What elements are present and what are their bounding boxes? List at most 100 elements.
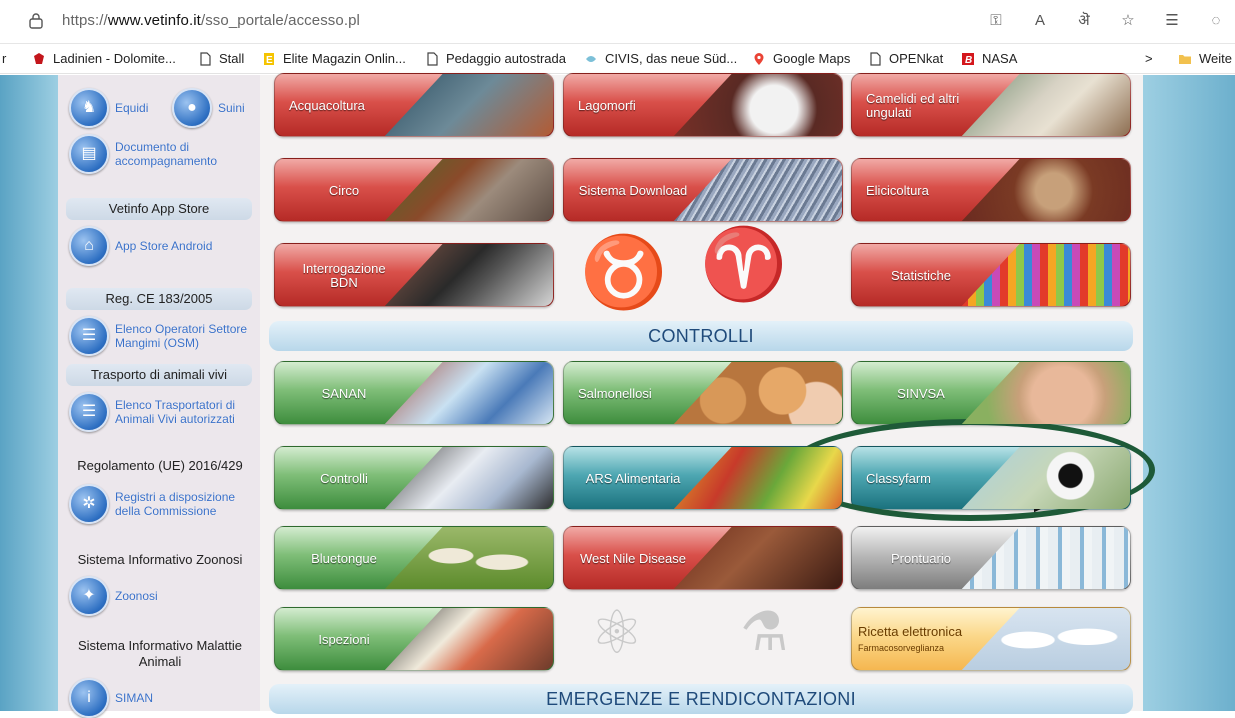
tile-interrogazione-bdn[interactable]: Interrogazione BDN <box>274 243 554 307</box>
tile-label: Statistiche <box>891 268 951 283</box>
bookmark-stall[interactable]: Stall <box>198 51 244 66</box>
section-head-regolamento: Regolamento (UE) 2016/429 <box>77 458 243 473</box>
favorites-list-icon[interactable]: ☰ <box>1161 10 1183 32</box>
list-icon: ☰ <box>69 316 109 356</box>
child-image <box>960 362 1130 424</box>
tile-prontuario[interactable]: Prontuario <box>851 526 1131 590</box>
tile-label: Elicicoltura <box>866 183 929 198</box>
folder-icon <box>1179 54 1191 64</box>
tile-sistema-download[interactable]: Sistema Download <box>563 158 843 222</box>
tile-label: SINVSA <box>897 386 945 401</box>
info-icon: i <box>69 678 109 718</box>
tile-label: Ricetta elettronica <box>858 624 963 639</box>
bookmark-ladinien[interactable]: Ladinien - Dolomite... <box>32 51 176 66</box>
svg-text:B: B <box>965 55 972 66</box>
tile-controlli[interactable]: Controlli <box>274 446 554 510</box>
tile-label: ARS Alimentaria <box>585 471 681 486</box>
tile-label: Salmonellosi <box>578 386 652 401</box>
address-bar[interactable]: https://www.vetinfo.it/sso_portale/acces… <box>0 0 1235 44</box>
tile-acquacoltura[interactable]: Acquacoltura <box>274 73 554 137</box>
bookmark-fragment[interactable]: r <box>2 51 6 66</box>
tile-label: Circo <box>328 183 360 198</box>
llama-image <box>960 74 1130 136</box>
bar-chart-image <box>960 244 1130 306</box>
tile-ispezioni[interactable]: Ispezioni <box>274 607 554 671</box>
tile-label: West Nile Disease <box>580 551 686 566</box>
sidebar-item-app-store-android[interactable]: ⌂ App Store Android <box>69 226 212 266</box>
svg-text:E: E <box>266 55 273 66</box>
sidebar-label: Documento di accompagnamento <box>115 140 218 168</box>
tile-lagomorfi[interactable]: Lagomorfi <box>563 73 843 137</box>
b-icon: B <box>962 52 974 66</box>
url-text[interactable]: https://www.vetinfo.it/sso_portale/acces… <box>62 12 360 29</box>
profile-icon[interactable]: ◌ <box>1205 10 1227 32</box>
bookmark-folder-weite[interactable]: Weite <box>1178 51 1232 66</box>
tile-ars-alimentaria[interactable]: ARS Alimentaria <box>563 446 843 510</box>
database-image <box>672 159 842 221</box>
tile-label: Controlli <box>320 471 368 486</box>
tile-classyfarm[interactable]: Classyfarm <box>851 446 1131 510</box>
emblem-icon <box>34 52 44 64</box>
tile-label: Camelidi ed altri ungulati <box>866 91 960 120</box>
tile-label: Bluetongue <box>311 551 377 566</box>
lab-flask-watermark-icon: ⚗ <box>740 602 789 662</box>
tile-label: Prontuario <box>891 551 951 566</box>
tile-sinvsa[interactable]: SINVSA <box>851 361 1131 425</box>
tile-camelidi[interactable]: Camelidi ed altri ungulati <box>851 73 1131 137</box>
bookmark-google-maps[interactable]: Google Maps <box>752 51 850 66</box>
key-icon[interactable]: ⚿ <box>985 10 1007 32</box>
tile-circo[interactable]: Circo <box>274 158 554 222</box>
network-icon: ✲ <box>69 484 109 524</box>
sidebar-item-siman[interactable]: i SIMAN <box>69 678 153 718</box>
tile-elicicoltura[interactable]: Elicicoltura <box>851 158 1131 222</box>
tile-label: Acquacoltura <box>289 98 365 113</box>
lab-gloves-image <box>383 362 553 424</box>
read-aloud-icon[interactable]: A <box>1029 10 1051 32</box>
clipboard-image <box>383 447 553 509</box>
bookmark-civis[interactable]: CIVIS, das neue Süd... <box>584 51 737 66</box>
ram-sketch-watermark-icon: ♈ <box>700 225 788 303</box>
sidebar-item-elenco-operatori[interactable]: ☰ Elenco Operatori Settore Mangimi (OSM) <box>69 316 255 356</box>
favorite-star-icon[interactable]: ☆ <box>1117 10 1139 32</box>
sidebar-item-documento[interactable]: ▤ Documento di accompagnamento <box>69 134 245 174</box>
elephant-image <box>383 159 553 221</box>
right-decor-background <box>1140 75 1235 711</box>
section-head-reg-ce: Reg. CE 183/2005 <box>66 288 252 310</box>
translate-icon[interactable]: ऄ <box>1073 10 1095 32</box>
site-info-icon[interactable] <box>28 13 44 29</box>
left-decor-background <box>0 75 60 711</box>
tile-sanan[interactable]: SANAN <box>274 361 554 425</box>
zoonosi-icon: ✦ <box>69 576 109 616</box>
bookmark-pedaggio[interactable]: Pedaggio autostrada <box>425 51 566 66</box>
tile-west-nile[interactable]: West Nile Disease <box>563 526 843 590</box>
tile-statistiche[interactable]: Statistiche <box>851 243 1131 307</box>
bookmarks-bar: r Ladinien - Dolomite... Stall E Elite M… <box>0 44 1235 74</box>
bookmarks-overflow-chevron-icon[interactable]: > <box>1145 51 1153 66</box>
tile-label-group: Ricetta elettronica Farmacosorveglianza <box>858 608 1008 670</box>
tile-salmonellosi[interactable]: Salmonellosi <box>563 361 843 425</box>
pig-icon: ● <box>172 88 212 128</box>
tile-label: SANAN <box>321 386 367 401</box>
sidebar-label: Elenco Trasportatori di Animali Vivi aut… <box>115 398 236 426</box>
sidebar-item-registri[interactable]: ✲ Registri a disposizione della Commissi… <box>69 484 255 524</box>
section-head-zoonosi: Sistema Informativo Zoonosi <box>77 552 243 567</box>
sidebar-item-zoonosi[interactable]: ✦ Zoonosi <box>69 576 158 616</box>
tile-ricetta-elettronica[interactable]: Ricetta elettronica Farmacosorveglianza <box>851 607 1131 671</box>
sidebar-item-suini[interactable]: ● Suini <box>172 88 245 128</box>
sidebar-label: SIMAN <box>115 691 154 705</box>
horse-image <box>672 527 842 589</box>
bookmark-elite[interactable]: E Elite Magazin Onlin... <box>262 51 406 66</box>
bookmark-openkat[interactable]: OPENkat <box>868 51 943 66</box>
sidebar-item-elenco-trasportatori[interactable]: ☰ Elenco Trasportatori di Animali Vivi a… <box>69 392 255 432</box>
section-head-app-store: Vetinfo App Store <box>66 198 252 220</box>
bookmark-nasa[interactable]: B NASA <box>961 51 1017 66</box>
page-icon <box>200 51 211 66</box>
e-icon: E <box>264 52 274 66</box>
android-icon: ⌂ <box>69 226 109 266</box>
tile-label: Classyfarm <box>866 471 932 486</box>
tile-label: Ispezioni <box>318 632 370 647</box>
maps-pin-icon <box>754 52 764 65</box>
sidebar-label: Registri a disposizione della Commission… <box>115 490 236 518</box>
sidebar-item-equidi[interactable]: ♞ Equidi <box>69 88 148 128</box>
tile-bluetongue[interactable]: Bluetongue <box>274 526 554 590</box>
